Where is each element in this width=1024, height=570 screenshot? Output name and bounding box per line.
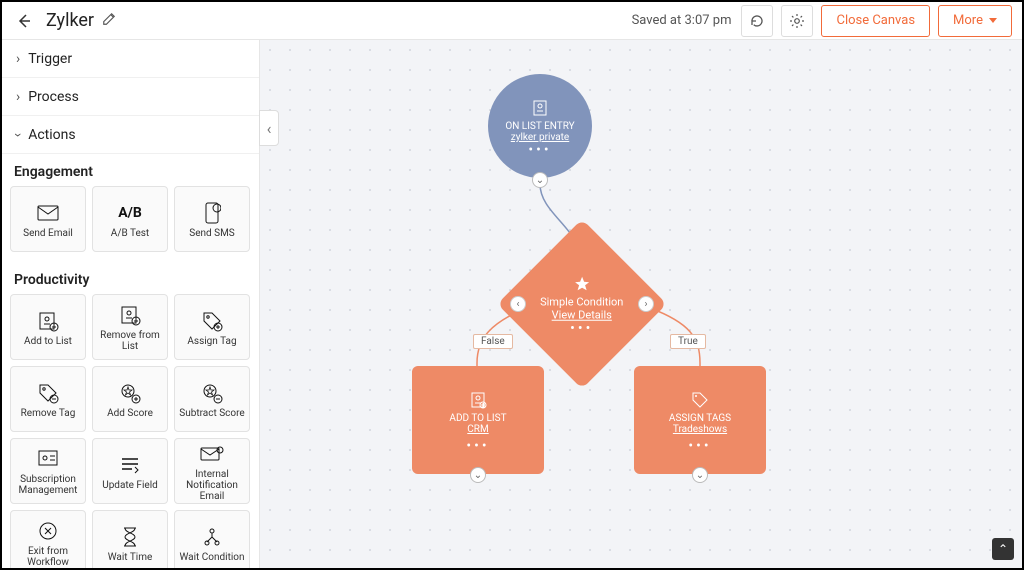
condition-title: Simple Condition [540,296,623,309]
canvas[interactable]: ‹ ON LIST ENTRY zylker private ••• ⌄ Sim… [260,40,1022,568]
hourglass-icon [121,524,139,550]
diamond-right-knob[interactable]: › [638,296,654,312]
tag-plus-icon [201,308,223,334]
node-title: ADD TO LIST [449,413,506,424]
tiles-engagement: Send Email A/B A/B Test Send SMS [2,186,259,262]
settings-button[interactable] [781,5,813,37]
tile-update-field[interactable]: Update Field [92,438,168,504]
node-subtitle: Tradeshows [673,424,727,435]
chevron-left-icon: ‹ [267,119,272,138]
exit-icon [37,518,59,544]
node-menu-icon[interactable]: ••• [466,443,489,449]
sms-icon [203,200,221,226]
chevron-down-icon: › [10,132,26,136]
tag-minus-icon [37,380,59,406]
branch-label-false: False [473,334,513,349]
section-process[interactable]: › Process [2,78,259,116]
node-subtitle: CRM [467,424,488,435]
tile-remove-from-list[interactable]: Remove from List [92,294,168,360]
notify-email-icon [200,441,224,467]
node-menu-icon[interactable]: ••• [540,326,623,332]
tile-internal-notification-email[interactable]: Internal Notification Email [174,438,250,504]
connector-knob[interactable]: ⌄ [532,172,548,188]
tile-assign-tag[interactable]: Assign Tag [174,294,250,360]
start-node[interactable]: ON LIST ENTRY zylker private ••• [488,74,592,178]
tiles-productivity: Add to List Remove from List Assign Tag … [2,294,259,568]
refresh-button[interactable] [741,5,773,37]
group-title: Engagement [2,154,259,186]
tile-exit-workflow[interactable]: Exit from Workflow [10,510,86,568]
score-plus-icon [119,380,141,406]
chevron-up-icon: ⌃ [998,542,1008,556]
collapse-sidebar-button[interactable]: ‹ [259,110,279,146]
page-title: Zylker [46,10,94,31]
group-title: Productivity [2,262,259,294]
tile-add-score[interactable]: Add Score [92,366,168,432]
section-label: Process [28,89,79,105]
list-entry-icon [531,99,549,117]
section-actions[interactable]: › Actions [2,116,259,154]
edit-title-button[interactable] [102,11,116,30]
connector-knob[interactable]: ⌄ [692,467,708,483]
scroll-to-top-button[interactable]: ⌃ [992,538,1014,560]
connector-knob[interactable]: ⌄ [470,467,486,483]
add-list-icon [37,308,59,334]
gear-icon [789,13,805,29]
ab-icon: A/B [118,200,142,226]
refresh-icon [749,13,765,29]
node-menu-icon[interactable]: ••• [528,147,551,153]
subscription-icon [37,446,59,472]
node-menu-icon[interactable]: ••• [688,443,711,449]
section-label: Actions [28,127,75,143]
tile-send-email[interactable]: Send Email [10,186,86,252]
envelope-icon [37,200,59,226]
node-title: ASSIGN TAGS [669,413,731,424]
sidebar: › Trigger › Process › Actions Engagement… [2,40,260,568]
add-to-list-node[interactable]: ADD TO LIST CRM ••• [412,366,544,474]
tile-subscription-management[interactable]: Subscription Management [10,438,86,504]
tile-subtract-score[interactable]: Subtract Score [174,366,250,432]
update-field-icon [119,452,141,478]
tile-wait-time[interactable]: Wait Time [92,510,168,568]
diamond-left-knob[interactable]: ‹ [510,296,526,312]
condition-icon [574,276,590,292]
saved-status: Saved at 3:07 pm [632,13,732,28]
branch-label-true: True [670,334,706,349]
add-list-icon [469,391,487,409]
assign-tags-node[interactable]: ASSIGN TAGS Tradeshows ••• [634,366,766,474]
tile-wait-condition[interactable]: Wait Condition [174,510,250,568]
chevron-right-icon: › [16,51,20,67]
wait-condition-icon [201,524,223,550]
remove-list-icon [119,302,141,328]
section-trigger[interactable]: › Trigger [2,40,259,78]
chevron-right-icon: › [16,89,20,105]
section-label: Trigger [28,51,72,67]
tile-add-to-list[interactable]: Add to List [10,294,86,360]
back-button[interactable] [12,9,36,33]
tag-icon [691,391,709,409]
tile-send-sms[interactable]: Send SMS [174,186,250,252]
score-minus-icon [201,380,223,406]
tile-remove-tag[interactable]: Remove Tag [10,366,86,432]
pencil-icon [102,12,116,26]
top-bar: Zylker Saved at 3:07 pm Close Canvas Mor… [2,2,1022,40]
tile-ab-test[interactable]: A/B A/B Test [92,186,168,252]
more-button[interactable]: More [938,5,1012,37]
chevron-down-icon [989,18,997,23]
close-canvas-button[interactable]: Close Canvas [821,5,930,37]
start-node-title: ON LIST ENTRY [505,121,574,132]
